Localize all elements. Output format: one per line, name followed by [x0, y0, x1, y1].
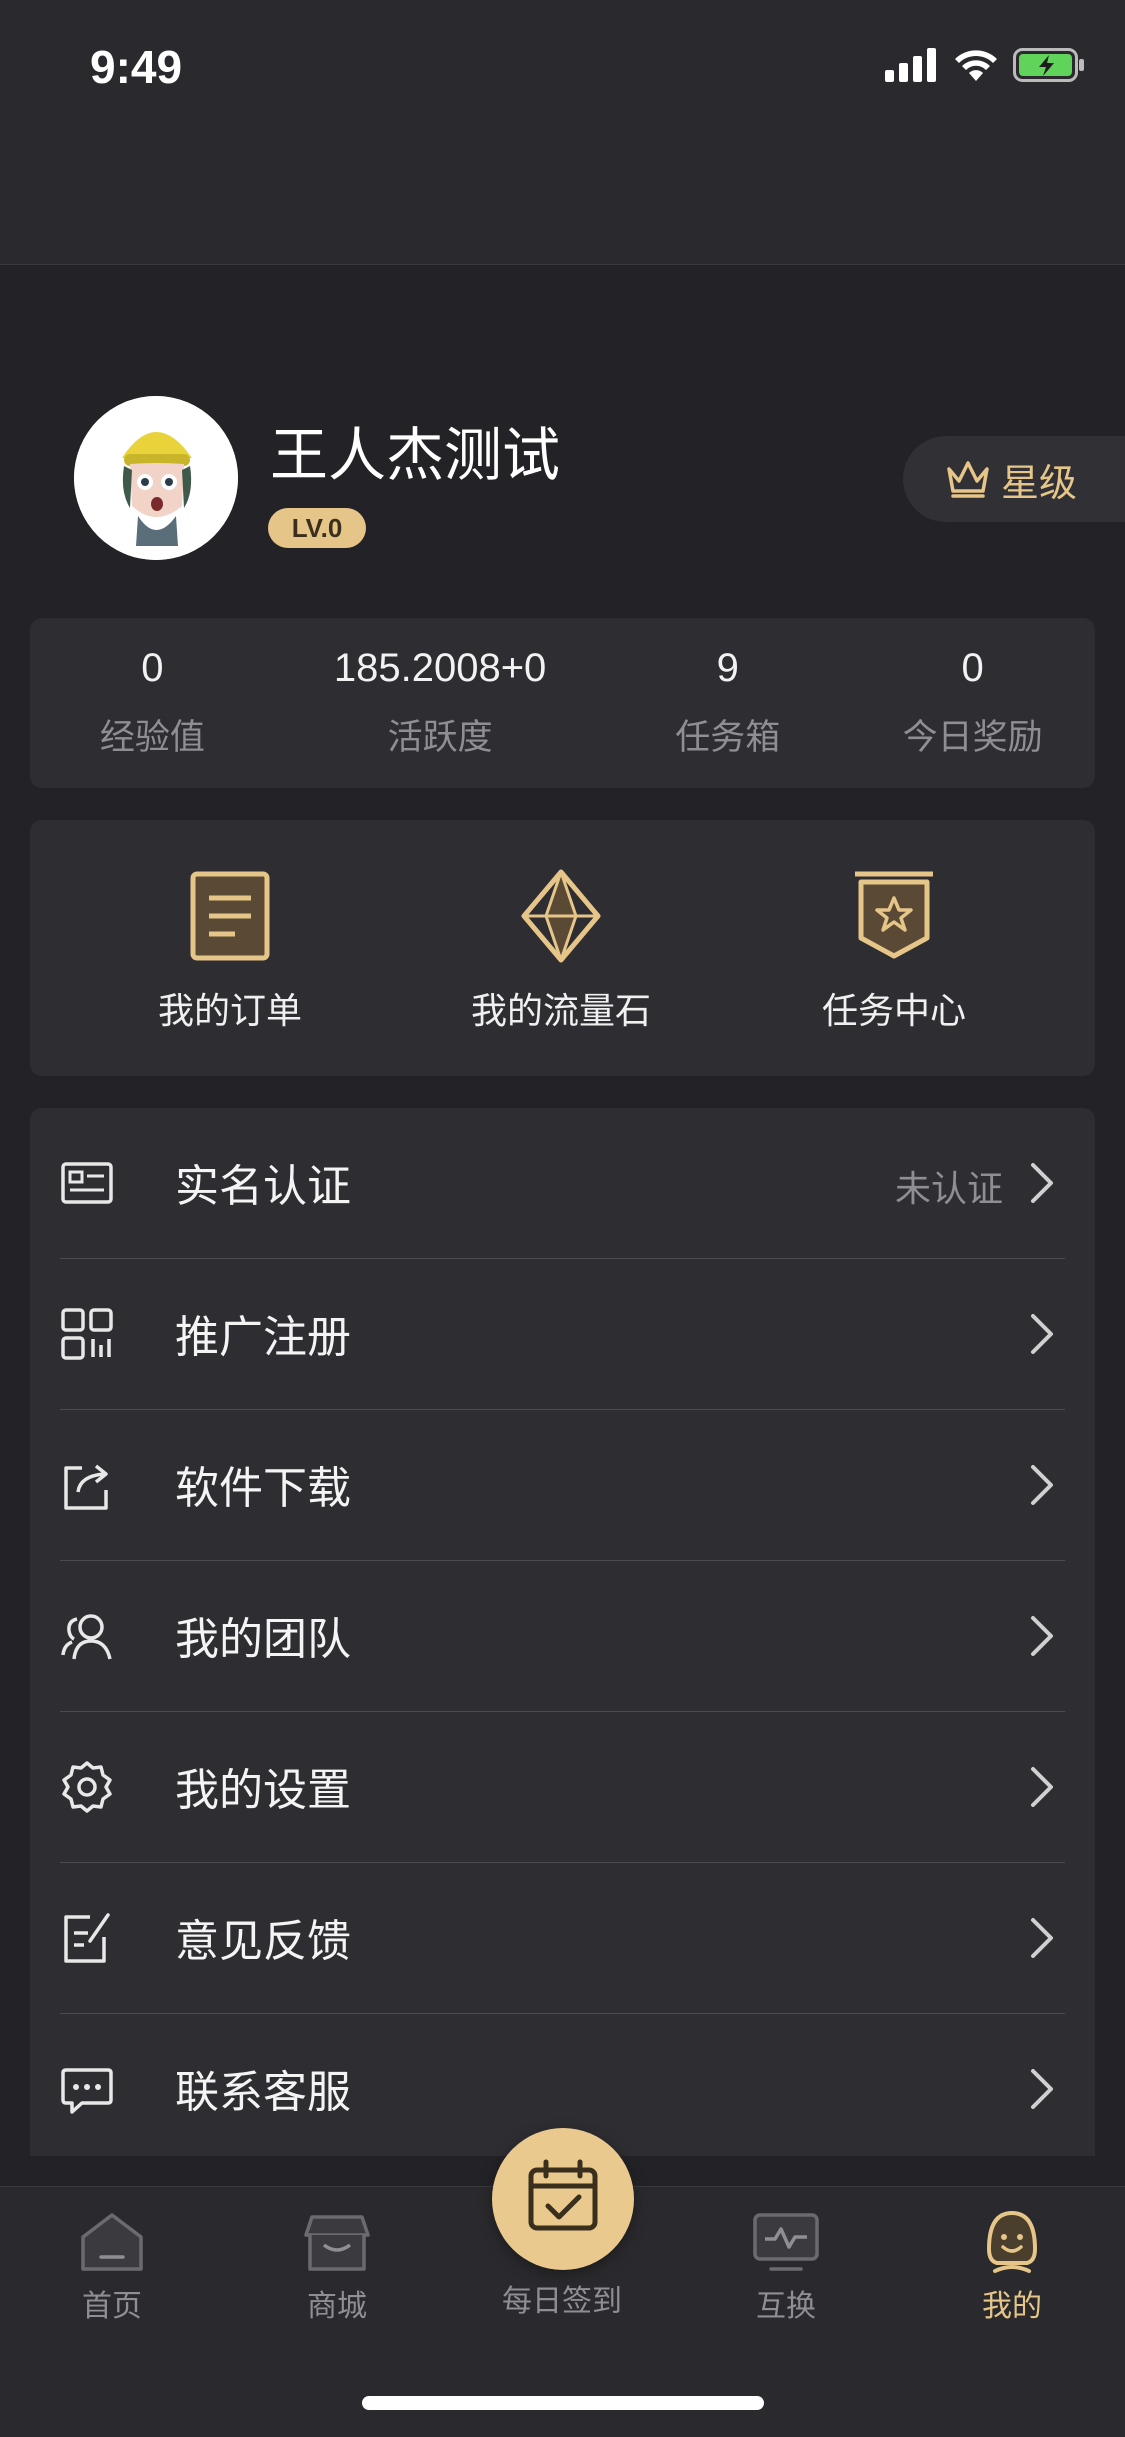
- stat-value: 9: [716, 646, 739, 690]
- avatar-image: [74, 396, 238, 560]
- profile-face-icon: [987, 2211, 1037, 2273]
- quick-action-label: 任务中心: [821, 991, 966, 1032]
- chevron-right-icon: [1031, 1314, 1053, 1354]
- chevron-right-icon: [1031, 1616, 1053, 1656]
- quick-action-flow-stone[interactable]: 我的流量石: [411, 868, 711, 1034]
- stat-label: 任务箱: [675, 718, 781, 758]
- menu-item-feedback[interactable]: 意见反馈: [60, 1863, 1065, 2014]
- menu-item-settings[interactable]: 我的设置: [60, 1712, 1065, 1863]
- avatar[interactable]: [74, 396, 238, 560]
- tab-mall[interactable]: 商城: [257, 2209, 417, 2325]
- order-icon: [190, 871, 270, 961]
- menu-item-my-team[interactable]: 我的团队: [60, 1561, 1065, 1712]
- menu-item-label: 软件下载: [175, 1463, 351, 1514]
- menu-list: 实名认证 未认证 推广注册 软件下载 我的团队 我的设置 意见反馈 联系客服: [30, 1108, 1095, 2156]
- tab-label: 互换: [756, 2289, 816, 2324]
- star-level-label: 星级: [1001, 460, 1078, 505]
- username: 王人杰测试: [270, 421, 561, 489]
- stat-label: 经验值: [99, 718, 205, 758]
- home-indicator: [362, 2396, 764, 2410]
- tab-label: 我的: [982, 2289, 1042, 2324]
- menu-item-real-name[interactable]: 实名认证 未认证: [60, 1108, 1065, 1259]
- tab-label: 首页: [82, 2289, 142, 2324]
- chat-icon: [61, 2068, 113, 2114]
- menu-item-label: 我的团队: [175, 1614, 351, 1665]
- stat-today-reward[interactable]: 0 今日奖励: [850, 618, 1095, 788]
- stat-value: 185.2008+0: [333, 646, 547, 690]
- verification-status: 未认证: [894, 1169, 1003, 1210]
- chevron-right-icon: [1031, 1163, 1053, 1203]
- level-badge: LV.0: [268, 508, 366, 548]
- monitor-pulse-icon: [753, 2213, 819, 2271]
- wifi-icon: [955, 50, 997, 81]
- menu-item-label: 联系客服: [175, 2067, 351, 2118]
- tab-mine[interactable]: 我的: [932, 2209, 1092, 2325]
- quick-action-label: 我的订单: [157, 991, 302, 1032]
- stat-value: 0: [141, 646, 164, 690]
- calendar-check-icon: [528, 2159, 598, 2231]
- gear-icon: [62, 1761, 112, 1813]
- quick-actions: 我的订单 我的流量石 任务中心: [30, 820, 1095, 1076]
- team-icon: [61, 1614, 112, 1660]
- menu-item-software-download[interactable]: 软件下载: [60, 1410, 1065, 1561]
- share-export-icon: [64, 1464, 108, 1510]
- home-icon: [81, 2213, 143, 2271]
- stat-activity[interactable]: 185.2008+0 活跃度: [275, 618, 606, 788]
- menu-item-label: 推广注册: [175, 1312, 351, 1363]
- crown-icon: [947, 461, 989, 498]
- diamond-icon: [521, 869, 601, 963]
- tab-home[interactable]: 首页: [32, 2209, 192, 2325]
- status-icons: [885, 48, 1085, 82]
- stat-task-box[interactable]: 9 任务箱: [605, 618, 850, 788]
- star-level-button[interactable]: 星级: [903, 436, 1125, 522]
- store-icon: [304, 2215, 370, 2271]
- daily-checkin-button[interactable]: [492, 2128, 634, 2270]
- feedback-icon: [64, 1913, 110, 1963]
- chevron-right-icon: [1031, 1465, 1053, 1505]
- stat-value: 0: [961, 646, 984, 690]
- signal-icon: [885, 48, 936, 82]
- daily-checkin-label: 每日签到: [502, 2284, 622, 2319]
- menu-item-label: 意见反馈: [175, 1916, 351, 1967]
- qr-code-icon: [61, 1308, 113, 1360]
- chevron-right-icon: [1031, 1918, 1053, 1958]
- tab-exchange[interactable]: 互换: [706, 2209, 866, 2325]
- menu-item-promotion[interactable]: 推广注册: [60, 1259, 1065, 1410]
- chevron-right-icon: [1031, 2069, 1053, 2109]
- battery-icon: [1013, 48, 1084, 82]
- status-bar: 9:49: [0, 0, 1125, 265]
- chevron-right-icon: [1031, 1767, 1053, 1807]
- stat-experience[interactable]: 0 经验值: [30, 618, 275, 788]
- quick-action-orders[interactable]: 我的订单: [80, 868, 380, 1034]
- status-time: 9:49: [90, 41, 183, 93]
- stat-label: 今日奖励: [902, 718, 1043, 758]
- quick-action-label: 我的流量石: [470, 991, 651, 1032]
- task-badge-icon: [855, 871, 933, 959]
- menu-item-label: 我的设置: [175, 1765, 351, 1816]
- stats-panel: 0 经验值 185.2008+0 活跃度 9 任务箱 0 今日奖励: [30, 618, 1095, 788]
- quick-action-task-center[interactable]: 任务中心: [744, 868, 1044, 1034]
- tab-label: 商城: [307, 2289, 367, 2324]
- stat-label: 活跃度: [387, 718, 493, 758]
- id-card-icon: [61, 1162, 113, 1204]
- menu-item-label: 实名认证: [175, 1161, 351, 1212]
